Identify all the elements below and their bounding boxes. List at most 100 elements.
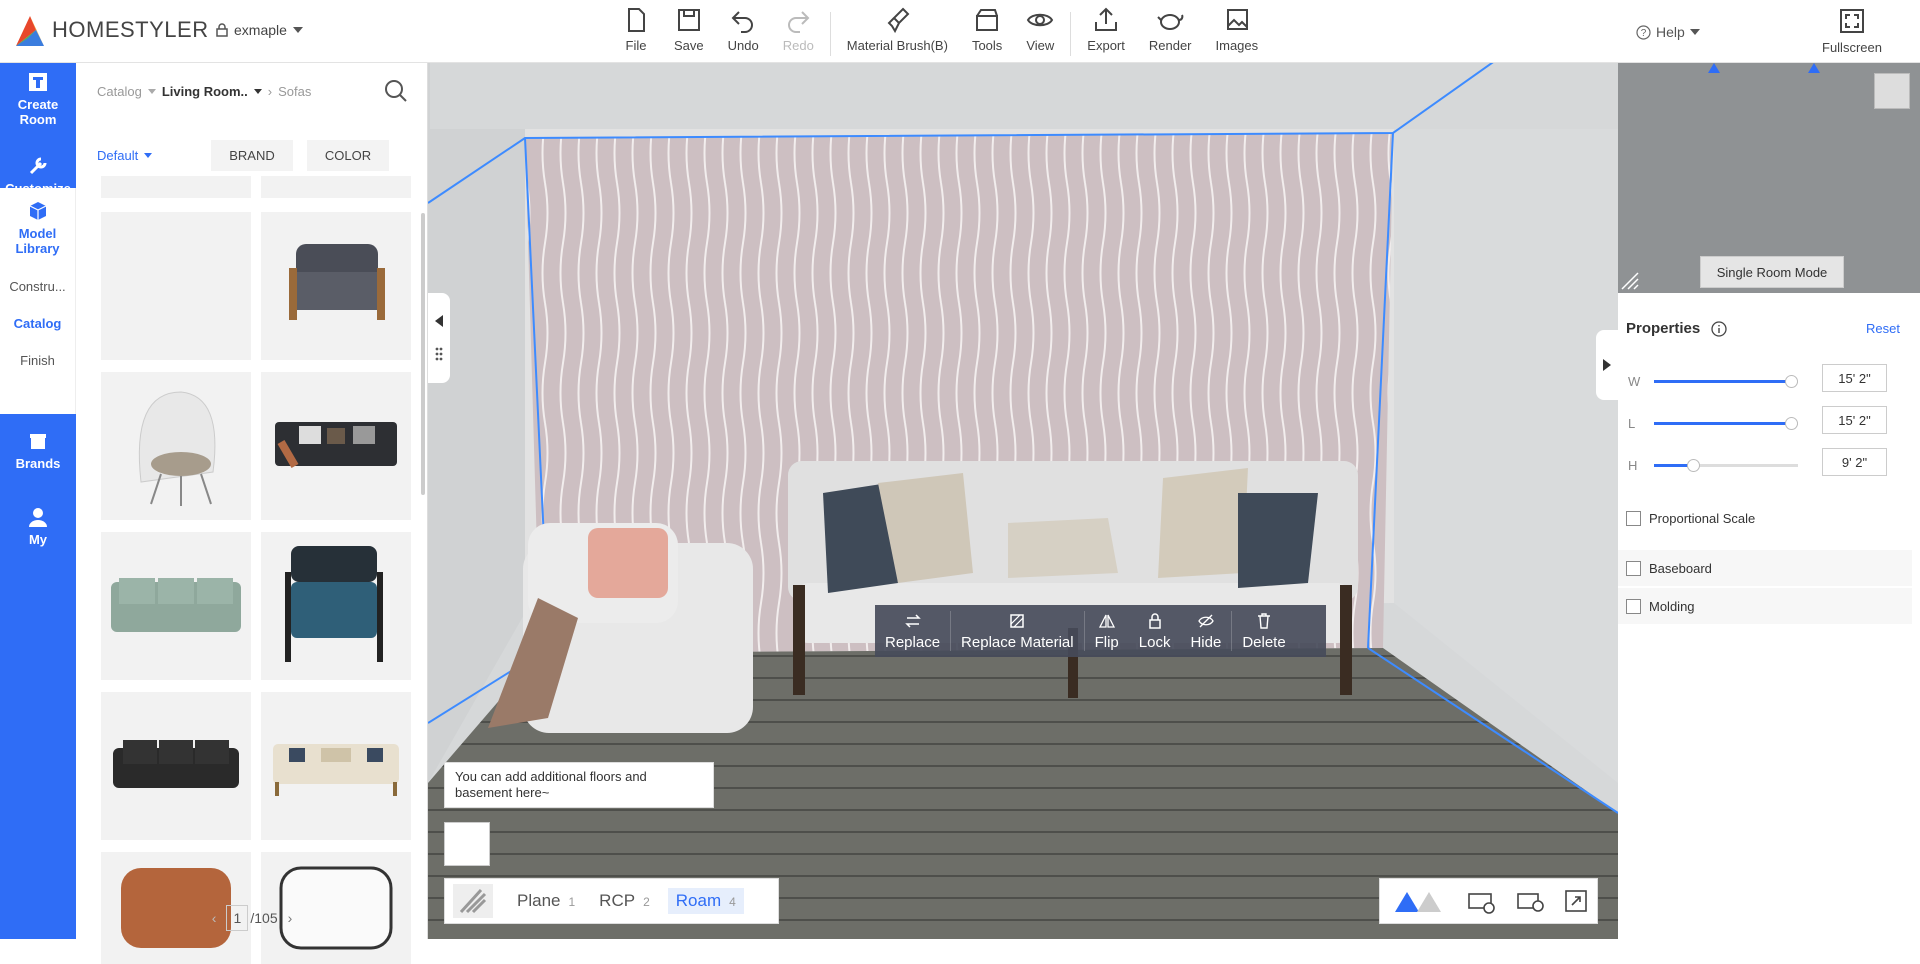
- crumb-sofas[interactable]: Sofas: [278, 84, 311, 99]
- height-slider[interactable]: [1654, 459, 1798, 472]
- save-button[interactable]: Save: [662, 4, 716, 60]
- main-tools: File Save Undo Redo Material Brush(B) To…: [610, 4, 1270, 60]
- next-page-icon[interactable]: ›: [288, 910, 293, 926]
- floor-hatch-icon[interactable]: [453, 884, 493, 918]
- settings-icon[interactable]: [1516, 888, 1546, 914]
- undo-button[interactable]: Undo: [716, 4, 771, 60]
- tools-button[interactable]: Tools: [960, 4, 1014, 60]
- delete-button[interactable]: Delete: [1232, 612, 1295, 651]
- lighting-icon[interactable]: [1389, 886, 1449, 916]
- page-input[interactable]: 1: [226, 905, 249, 931]
- rcp-tab[interactable]: RCP 2: [599, 891, 650, 911]
- export-button[interactable]: Export: [1075, 4, 1137, 60]
- width-slider[interactable]: [1654, 375, 1798, 388]
- camera-settings-icon[interactable]: [1467, 888, 1497, 914]
- properties-collapse-tab[interactable]: [1596, 330, 1618, 400]
- checkbox-box[interactable]: [1626, 560, 1641, 576]
- product-tile[interactable]: [101, 692, 251, 840]
- redo-button[interactable]: Redo: [771, 4, 826, 60]
- plane-tab[interactable]: Plane 1: [517, 891, 575, 911]
- hide-button[interactable]: Hide: [1180, 612, 1231, 651]
- checkbox-box[interactable]: [1626, 510, 1641, 526]
- catalog-tab[interactable]: Catalog: [0, 305, 75, 342]
- product-tile[interactable]: [261, 692, 411, 840]
- product-tile[interactable]: [101, 372, 251, 520]
- flip-button[interactable]: Flip: [1085, 612, 1129, 651]
- resize-handle-icon[interactable]: [1620, 271, 1640, 291]
- render-button[interactable]: Render: [1137, 4, 1204, 60]
- product-tile[interactable]: [101, 212, 251, 360]
- roam-tab[interactable]: Roam 4: [667, 888, 744, 914]
- length-slider-knob[interactable]: [1784, 417, 1798, 430]
- properties-panel: Properties Reset W 15' 2" L 15' 2" H 9' …: [1618, 294, 1920, 939]
- molding-checkbox[interactable]: Molding: [1618, 588, 1912, 624]
- rcp-shortcut: 2: [643, 895, 650, 909]
- height-label: H: [1628, 458, 1638, 473]
- floor-selector[interactable]: [444, 822, 490, 866]
- product-tile[interactable]: [101, 532, 251, 680]
- checkbox-box[interactable]: [1626, 598, 1641, 614]
- replace-button[interactable]: Replace: [875, 612, 950, 651]
- chevron-down-icon: [144, 153, 153, 158]
- crumb-living-room[interactable]: Living Room..: [162, 84, 248, 99]
- breadcrumb: Catalog Living Room.. › Sofas: [97, 84, 311, 99]
- baseboard-checkbox[interactable]: Baseboard: [1618, 550, 1912, 586]
- help-menu[interactable]: ? Help: [1636, 24, 1700, 40]
- search-icon[interactable]: [384, 79, 408, 103]
- view-label: View: [1026, 38, 1055, 53]
- trash-icon: [1258, 612, 1270, 629]
- catalog-scrollbar[interactable]: [421, 213, 425, 495]
- view-button[interactable]: View: [1014, 4, 1066, 60]
- reset-link[interactable]: Reset: [1866, 321, 1900, 336]
- drag-handle-icon: [435, 347, 443, 361]
- proportional-scale-checkbox[interactable]: Proportional Scale: [1626, 500, 1920, 536]
- expand-icon[interactable]: [1564, 889, 1588, 913]
- material-icon: [1010, 613, 1025, 628]
- model-library-nav[interactable]: Model Library: [0, 188, 75, 268]
- construct-tab[interactable]: Constru...: [0, 268, 75, 305]
- left-nav: Create Room Customize Model Library Cons…: [0, 63, 76, 939]
- caret-left-icon: [435, 315, 443, 327]
- create-room-icon: [29, 73, 47, 91]
- images-label: Images: [1215, 38, 1259, 53]
- create-room-nav[interactable]: Create Room: [0, 71, 76, 127]
- flip-label: Flip: [1094, 633, 1119, 651]
- fullscreen-button[interactable]: Fullscreen: [1822, 6, 1882, 55]
- product-tile[interactable]: [261, 532, 411, 680]
- info-icon[interactable]: [1711, 321, 1727, 337]
- account-menu[interactable]: exmaple: [216, 22, 303, 38]
- width-input[interactable]: 15' 2": [1822, 364, 1887, 392]
- width-slider-knob[interactable]: [1784, 375, 1798, 388]
- file-button[interactable]: File: [610, 4, 662, 60]
- sort-label: Default: [97, 148, 139, 163]
- color-filter-button[interactable]: COLOR: [307, 140, 389, 171]
- my-nav[interactable]: My: [0, 506, 76, 547]
- plane-label: Plane: [517, 891, 561, 910]
- finish-tab[interactable]: Finish: [0, 342, 75, 379]
- prev-page-icon[interactable]: ‹: [212, 910, 217, 926]
- product-tile[interactable]: [261, 176, 411, 198]
- height-input[interactable]: 9' 2": [1822, 448, 1887, 476]
- images-button[interactable]: Images: [1204, 4, 1271, 60]
- product-tile[interactable]: [101, 176, 251, 198]
- molding-label: Molding: [1649, 598, 1695, 614]
- images-icon: [1226, 9, 1248, 30]
- product-tile[interactable]: [261, 212, 411, 360]
- sort-dropdown[interactable]: Default: [97, 148, 207, 163]
- material-brush-button[interactable]: Material Brush(B): [835, 4, 960, 60]
- single-room-mode-button[interactable]: Single Room Mode: [1700, 256, 1844, 288]
- length-slider[interactable]: [1654, 417, 1798, 430]
- user-icon: [29, 508, 47, 527]
- object-context-toolbar: Replace Replace Material Flip Lock Hide …: [875, 605, 1326, 657]
- replace-material-button[interactable]: Replace Material: [951, 612, 1084, 651]
- length-input[interactable]: 15' 2": [1822, 406, 1887, 434]
- logo[interactable]: HOMESTYLER: [14, 12, 209, 48]
- product-tile[interactable]: [261, 372, 411, 520]
- catalog-collapse-tab[interactable]: [428, 293, 450, 383]
- height-slider-knob[interactable]: [1686, 459, 1700, 472]
- minimap-toggle-icon[interactable]: [1874, 73, 1910, 109]
- brands-nav[interactable]: Brands: [0, 430, 76, 471]
- lock-button[interactable]: Lock: [1129, 612, 1181, 651]
- brand-filter-button[interactable]: BRAND: [211, 140, 293, 171]
- crumb-catalog[interactable]: Catalog: [97, 84, 142, 99]
